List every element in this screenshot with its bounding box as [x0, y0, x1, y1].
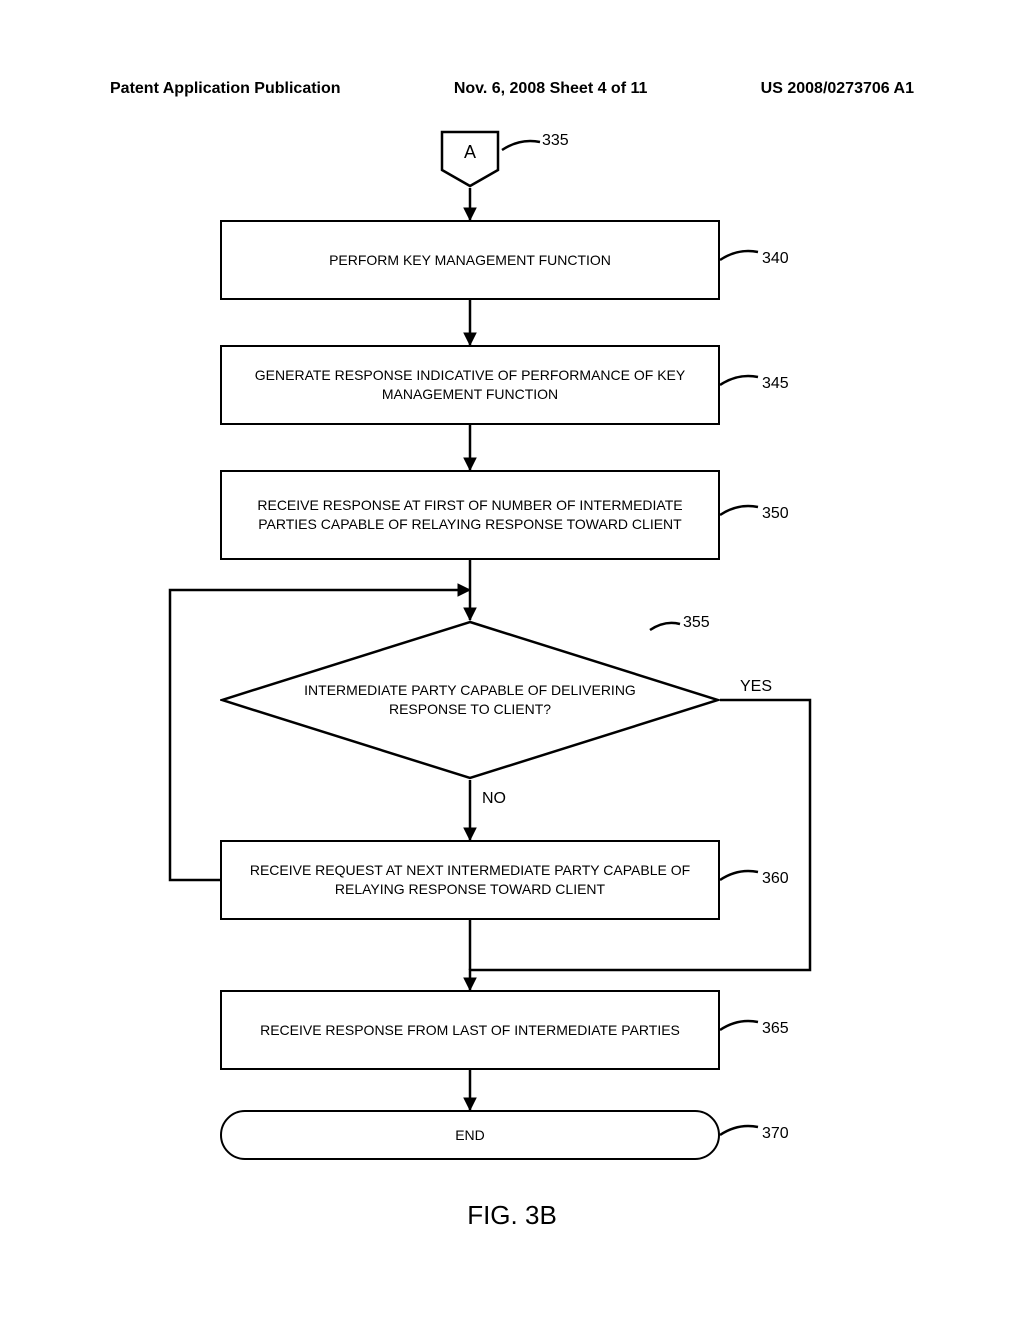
- page-header: Patent Application Publication Nov. 6, 2…: [110, 80, 914, 98]
- ref-360: 360: [762, 870, 789, 888]
- process-360: RECEIVE REQUEST AT NEXT INTERMEDIATE PAR…: [220, 840, 720, 920]
- figure-caption: FIG. 3B: [110, 1200, 914, 1231]
- decision-355-yes: YES: [740, 678, 772, 696]
- process-365-text: RECEIVE RESPONSE FROM LAST OF INTERMEDIA…: [260, 1021, 680, 1040]
- page: Patent Application Publication Nov. 6, 2…: [0, 0, 1024, 1320]
- flowchart: A 335 PERFORM KEY MANAGEMENT FUNCTION 34…: [110, 120, 914, 1270]
- process-360-text: RECEIVE REQUEST AT NEXT INTERMEDIATE PAR…: [232, 861, 708, 899]
- ref-340: 340: [762, 250, 789, 268]
- process-340: PERFORM KEY MANAGEMENT FUNCTION: [220, 220, 720, 300]
- process-340-text: PERFORM KEY MANAGEMENT FUNCTION: [329, 251, 611, 270]
- process-365: RECEIVE RESPONSE FROM LAST OF INTERMEDIA…: [220, 990, 720, 1070]
- header-center: Nov. 6, 2008 Sheet 4 of 11: [454, 80, 648, 98]
- header-left: Patent Application Publication: [110, 80, 341, 98]
- connector-a-text: A: [440, 130, 500, 175]
- process-350: RECEIVE RESPONSE AT FIRST OF NUMBER OF I…: [220, 470, 720, 560]
- decision-355: INTERMEDIATE PARTY CAPABLE OF DELIVERING…: [220, 620, 720, 780]
- process-350-text: RECEIVE RESPONSE AT FIRST OF NUMBER OF I…: [232, 496, 708, 534]
- ref-345: 345: [762, 375, 789, 393]
- ref-365: 365: [762, 1020, 789, 1038]
- ref-370: 370: [762, 1125, 789, 1143]
- ref-335: 335: [542, 132, 569, 150]
- decision-355-no: NO: [482, 790, 506, 808]
- terminator-end: END: [220, 1110, 720, 1160]
- connector-a: A: [440, 130, 500, 188]
- header-right: US 2008/0273706 A1: [761, 80, 914, 98]
- ref-350: 350: [762, 505, 789, 523]
- terminator-end-text: END: [455, 1126, 485, 1145]
- process-345: GENERATE RESPONSE INDICATIVE OF PERFORMA…: [220, 345, 720, 425]
- ref-355: 355: [683, 614, 710, 632]
- decision-355-text: INTERMEDIATE PARTY CAPABLE OF DELIVERING…: [220, 620, 720, 780]
- process-345-text: GENERATE RESPONSE INDICATIVE OF PERFORMA…: [232, 366, 708, 404]
